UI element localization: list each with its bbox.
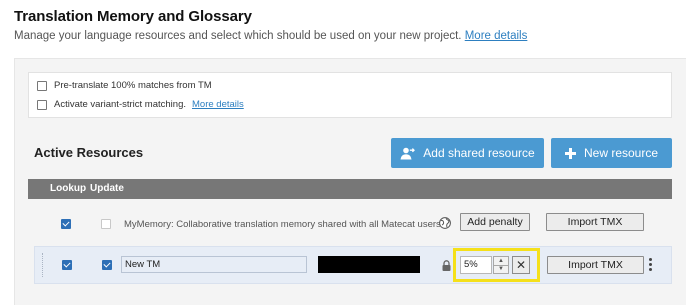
shared-user-icon [400,147,416,160]
pretranslate-option[interactable]: Pre-translate 100% matches from TM [37,80,212,91]
tm-key-field[interactable] [318,256,420,273]
active-resources-title: Active Resources [34,145,144,160]
lookup-checkbox[interactable] [62,260,72,270]
import-tmx-button[interactable]: Import TMX [547,256,644,274]
add-penalty-button[interactable]: Add penalty [460,213,530,231]
update-checkbox[interactable] [101,219,111,229]
plus-icon [564,147,576,159]
page-subtitle: Manage your language resources and selec… [14,30,527,42]
resources-table-header: Lookup Update [28,179,672,199]
stepper-up-icon[interactable]: ▲ [494,257,508,266]
more-options-icon[interactable] [649,258,652,271]
more-details-link[interactable]: More details [465,30,528,42]
add-shared-resource-button[interactable]: Add shared resource [391,138,544,168]
page-title: Translation Memory and Glossary [14,8,252,25]
globe-icon [439,216,451,234]
pretranslate-label: Pre-translate 100% matches from TM [54,80,212,91]
drag-handle[interactable] [42,253,45,277]
new-resource-label: New resource [583,146,659,160]
lock-icon [442,258,451,276]
import-tmx-button[interactable]: Import TMX [546,213,644,231]
subtitle-text: Manage your language resources and selec… [14,30,462,42]
variant-strict-label: Activate variant-strict matching. [54,99,186,110]
table-row-mymemory: MyMemory: Collaborative translation memo… [28,203,672,243]
lookup-checkbox[interactable] [61,219,71,229]
close-icon: ✕ [515,258,527,272]
remove-penalty-button[interactable]: ✕ [512,256,530,274]
stepper-down-icon[interactable]: ▼ [494,266,508,274]
variant-strict-checkbox[interactable] [37,99,47,110]
options-box: Pre-translate 100% matches from TM Activ… [28,72,672,118]
new-resource-button[interactable]: New resource [551,138,672,168]
table-row-new-tm: New TM 5% ▲ ▼ ✕ Import TMX [34,246,672,284]
column-update: Update [90,183,124,194]
variant-strict-option[interactable]: Activate variant-strict matching. More d… [37,99,244,110]
update-checkbox[interactable] [102,260,112,270]
variant-details-link[interactable]: More details [192,99,244,110]
add-shared-resource-label: Add shared resource [423,146,535,160]
tm-name-input[interactable]: New TM [121,256,307,273]
penalty-input[interactable]: 5% [460,256,492,274]
penalty-highlight: 5% ▲ ▼ ✕ [453,248,540,282]
pretranslate-checkbox[interactable] [37,80,47,91]
column-lookup: Lookup [50,183,87,194]
resource-name: MyMemory: Collaborative translation memo… [124,219,444,230]
penalty-stepper[interactable]: ▲ ▼ [493,256,509,274]
